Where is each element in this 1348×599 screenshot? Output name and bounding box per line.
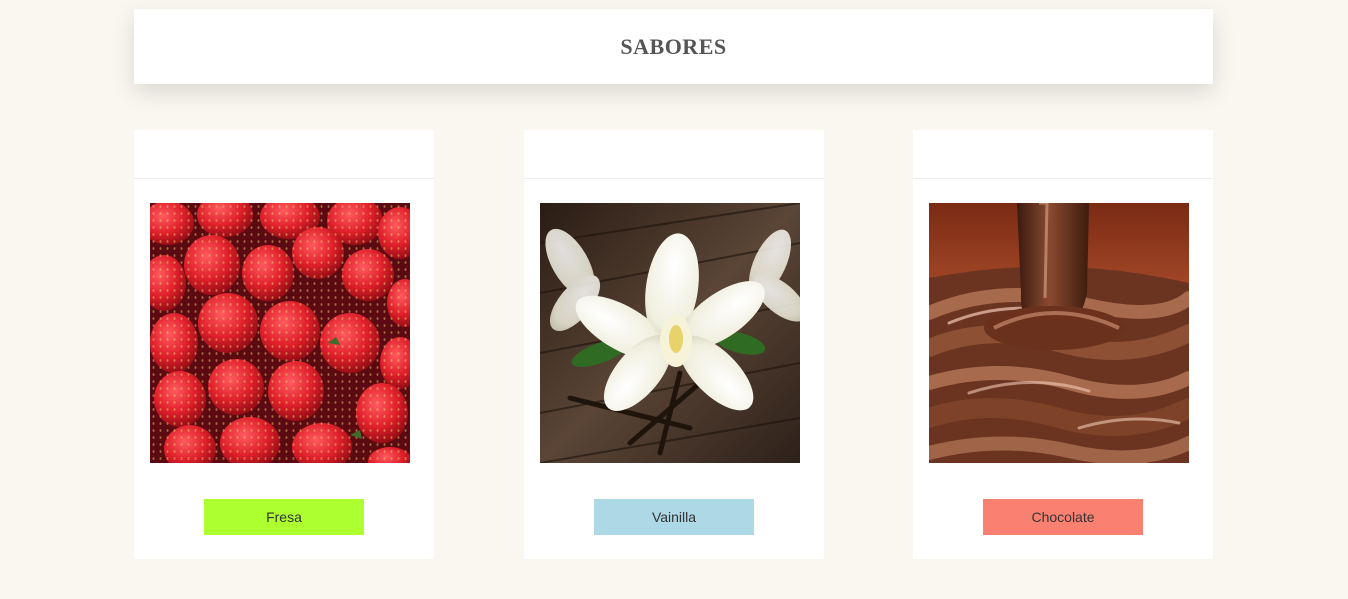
vainilla-button[interactable]: Vainilla — [594, 499, 754, 535]
page-title: SABORES — [620, 33, 727, 59]
card-header — [524, 130, 824, 179]
flavor-card-fresa: Fresa — [134, 130, 434, 559]
chocolate-button[interactable]: Chocolate — [983, 499, 1143, 535]
strawberries-image — [150, 203, 410, 463]
card-header — [913, 130, 1213, 179]
flavor-card-chocolate: Chocolate — [913, 130, 1213, 559]
flavor-card-vainilla: Vainilla — [524, 130, 824, 559]
card-header — [134, 130, 434, 179]
fresa-button[interactable]: Fresa — [204, 499, 364, 535]
chocolate-image — [929, 203, 1189, 463]
vanilla-image — [540, 203, 800, 463]
page-header: SABORES — [134, 9, 1213, 84]
